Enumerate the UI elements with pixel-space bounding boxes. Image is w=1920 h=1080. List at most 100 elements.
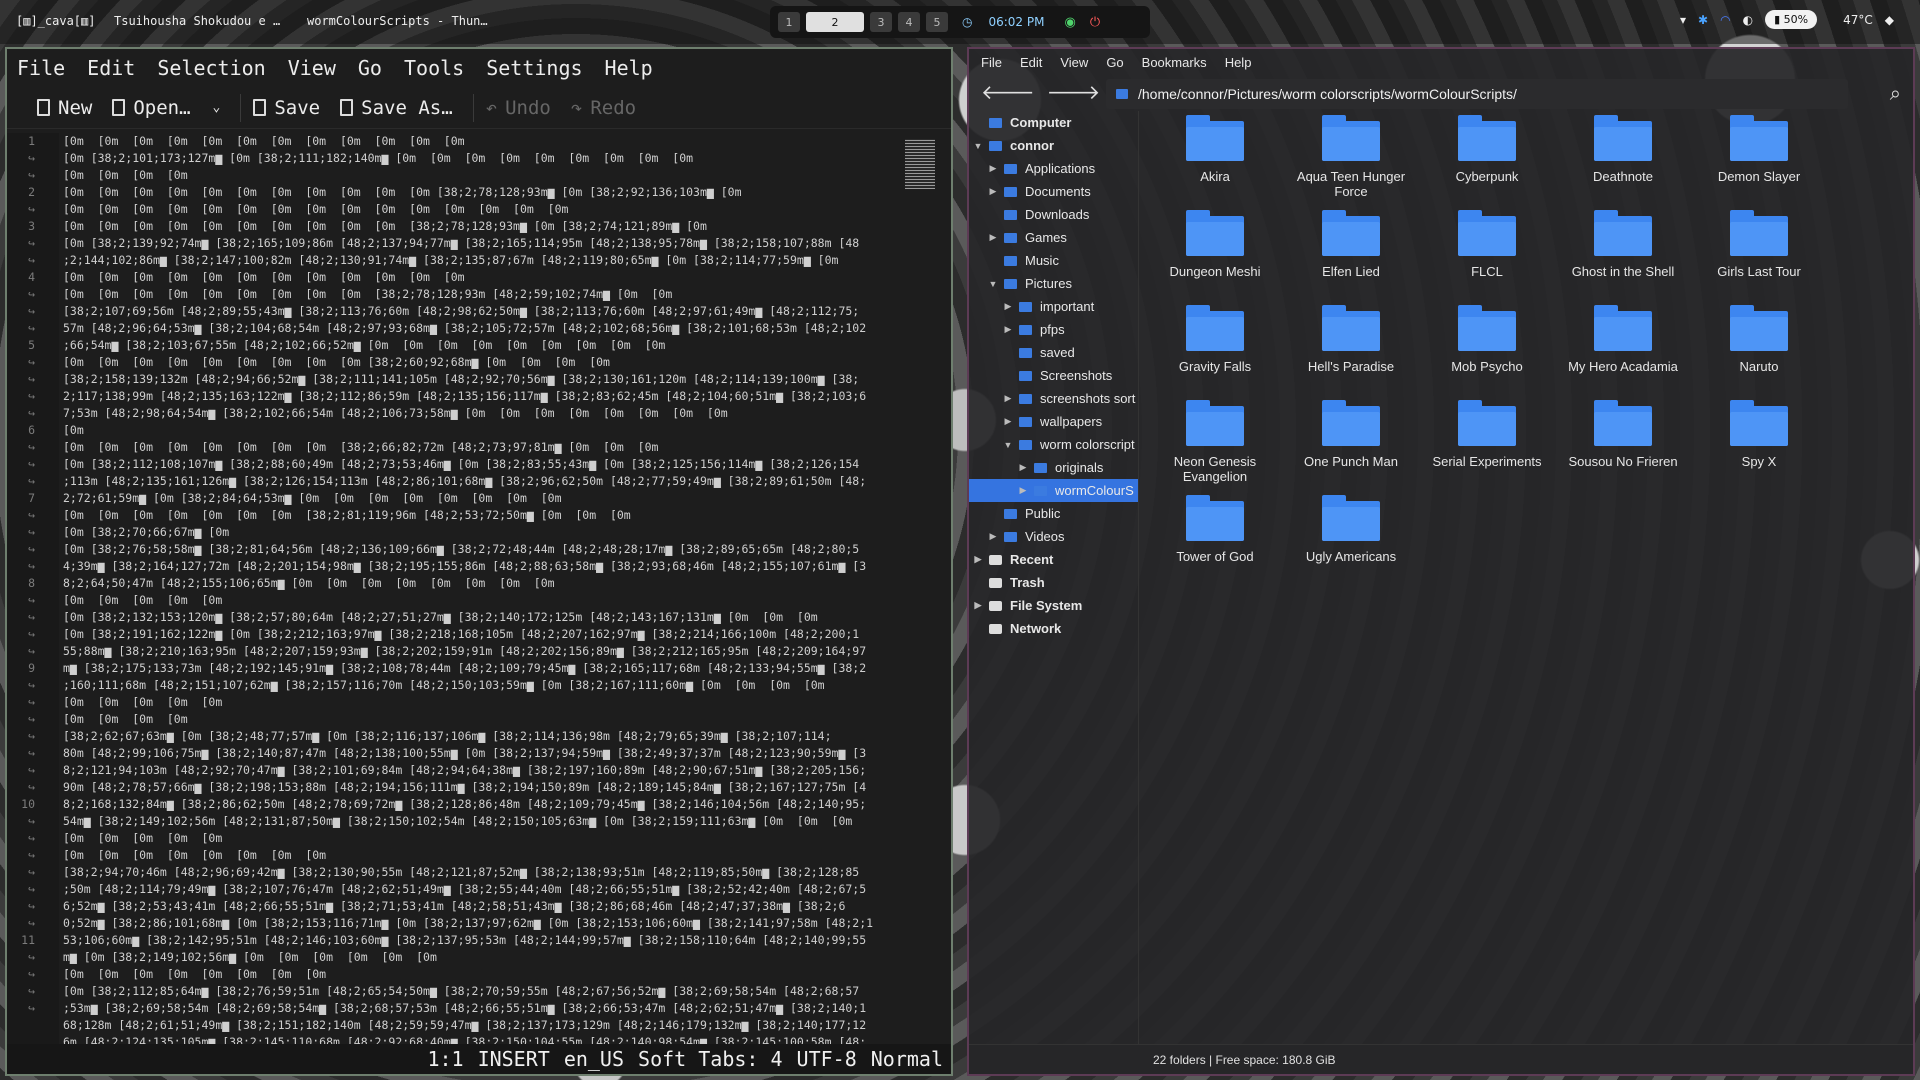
folder-item[interactable]: Elfen Lied — [1283, 210, 1419, 279]
workspace-3[interactable]: 3 — [870, 12, 892, 32]
sidebar-item[interactable]: ▶ pfps — [969, 318, 1138, 341]
encoding[interactable]: UTF-8 — [797, 1047, 857, 1071]
redo-button[interactable]: ↷ Redo — [565, 91, 650, 125]
folder-item[interactable]: Akira — [1147, 115, 1283, 184]
menu-go[interactable]: Go — [358, 56, 382, 80]
workspace-1[interactable]: 1 — [778, 12, 800, 32]
expander-icon[interactable]: ▶ — [973, 600, 983, 611]
fm-menu-edit[interactable]: Edit — [1020, 55, 1042, 70]
expander-icon[interactable]: ▶ — [988, 531, 998, 542]
expander-icon[interactable]: ▶ — [1018, 485, 1028, 496]
folder-item[interactable]: Cyberpunk — [1419, 115, 1555, 184]
brightness-icon[interactable]: ◐ — [1743, 13, 1753, 27]
expander-icon[interactable]: ▶ — [988, 232, 998, 243]
expander-icon[interactable]: ▶ — [988, 163, 998, 174]
expander-icon[interactable]: ▼ — [973, 141, 983, 151]
cursor-position[interactable]: 1:1 — [427, 1047, 463, 1071]
sidebar-item[interactable]: ▶ Recent — [969, 548, 1138, 571]
folder-item[interactable]: Demon Slayer — [1691, 115, 1827, 184]
fm-menu-bookmarks[interactable]: Bookmarks — [1142, 55, 1207, 70]
folder-item[interactable]: Dungeon Meshi — [1147, 210, 1283, 279]
open-button[interactable]: Open… ⌄ — [106, 91, 234, 125]
vpn-icon[interactable]: ◠ — [1720, 13, 1730, 27]
folder-item[interactable]: Gravity Falls — [1147, 305, 1283, 374]
tab-setting[interactable]: Soft Tabs: 4 — [638, 1047, 783, 1071]
panel-app-name[interactable]: [▥]_cava[▥] — [16, 14, 95, 28]
fm-menu-go[interactable]: Go — [1106, 55, 1123, 70]
wifi-icon[interactable]: ▾ — [1680, 13, 1686, 27]
save-button[interactable]: Save — [247, 91, 334, 125]
sidebar-item[interactable]: Computer — [969, 111, 1138, 134]
expander-icon[interactable]: ▶ — [973, 554, 983, 565]
sidebar-item[interactable]: ▶ Videos — [969, 525, 1138, 548]
location-bar[interactable]: /home/connor/Pictures/worm colorscripts/… — [1106, 79, 1848, 109]
sidebar-item[interactable]: saved — [969, 341, 1138, 364]
input-mode[interactable]: INSERT — [478, 1047, 550, 1071]
sidebar-item[interactable]: ▶ important — [969, 295, 1138, 318]
folder-item[interactable]: FLCL — [1419, 210, 1555, 279]
folder-item[interactable]: My Hero Acadamia — [1555, 305, 1691, 374]
panel-window-title-1[interactable]: Tsuihousha Shokudou e … — [114, 14, 280, 28]
folder-item[interactable]: Deathnote — [1555, 115, 1691, 184]
sidebar-item[interactable]: ▶ wormColourS — [969, 479, 1138, 502]
sidebar-item[interactable]: ▶ Games — [969, 226, 1138, 249]
folder-item[interactable]: Naruto — [1691, 305, 1827, 374]
folder-item[interactable]: Mob Psycho — [1419, 305, 1555, 374]
sidebar-item[interactable]: ▶ originals — [969, 456, 1138, 479]
sidebar-item[interactable]: ▼ worm colorscript — [969, 433, 1138, 456]
folder-item[interactable]: Spy X — [1691, 400, 1827, 469]
sidebar-item[interactable]: Music — [969, 249, 1138, 272]
sidebar-item[interactable]: ▶ Applications — [969, 157, 1138, 180]
sidebar-item[interactable]: Trash — [969, 571, 1138, 594]
folder-item[interactable]: Ugly Americans — [1283, 495, 1419, 564]
menu-settings[interactable]: Settings — [486, 56, 582, 80]
folder-item[interactable]: Sousou No Frieren — [1555, 400, 1691, 469]
folder-item[interactable]: Hell's Paradise — [1283, 305, 1419, 374]
expander-icon[interactable]: ▼ — [1003, 440, 1013, 450]
code-area[interactable]: [0m [0m [0m [0m [0m [0m [0m [0m [0m [0m … — [63, 133, 891, 1044]
eye-icon[interactable]: ◉ — [1064, 15, 1075, 30]
folder-item[interactable]: Aqua Teen Hunger Force — [1283, 115, 1419, 199]
expander-icon[interactable]: ▶ — [1003, 393, 1013, 404]
sidebar-item[interactable]: ▶ File System — [969, 594, 1138, 617]
workspace-2[interactable]: 2 — [806, 12, 864, 32]
sidebar-item[interactable]: Screenshots — [969, 364, 1138, 387]
expander-icon[interactable]: ▶ — [1003, 416, 1013, 427]
menu-view[interactable]: View — [288, 56, 336, 80]
undo-button[interactable]: ↶ Undo — [480, 91, 565, 125]
fm-menu-file[interactable]: File — [981, 55, 1002, 70]
expander-icon[interactable]: ▶ — [988, 186, 998, 197]
sidebar-item[interactable]: ▶ wallpapers — [969, 410, 1138, 433]
new-button[interactable]: New — [31, 91, 106, 125]
folder-item[interactable]: Tower of God — [1147, 495, 1283, 564]
menu-selection[interactable]: Selection — [157, 56, 265, 80]
save-as-button[interactable]: Save As… — [334, 91, 467, 125]
workspace-4[interactable]: 4 — [898, 12, 920, 32]
power-icon[interactable]: ⏻ — [1090, 15, 1100, 30]
folder-item[interactable]: One Punch Man — [1283, 400, 1419, 469]
fm-menu-view[interactable]: View — [1060, 55, 1088, 70]
folder-item[interactable]: Ghost in the Shell — [1555, 210, 1691, 279]
panel-window-title-2[interactable]: wormColourScripts - Thun… — [307, 14, 488, 28]
sidebar-item[interactable]: Public — [969, 502, 1138, 525]
forward-arrow-icon[interactable]: 🡒 — [1047, 80, 1101, 105]
menu-tools[interactable]: Tools — [404, 56, 464, 80]
expander-icon[interactable]: ▶ — [1003, 324, 1013, 335]
battery-indicator[interactable]: ▮ 50% — [1765, 10, 1818, 29]
menu-help[interactable]: Help — [605, 56, 653, 80]
document-state[interactable]: Normal — [871, 1047, 943, 1071]
folder-item[interactable]: Serial Experiments — [1419, 400, 1555, 469]
sidebar-item[interactable]: Downloads — [969, 203, 1138, 226]
sidebar-item[interactable]: ▶ screenshots sort — [969, 387, 1138, 410]
expander-icon[interactable]: ▼ — [988, 279, 998, 289]
chevron-down-icon[interactable]: ⌄ — [213, 100, 221, 115]
spell-language[interactable]: en_US — [564, 1047, 624, 1071]
workspace-5[interactable]: 5 — [926, 12, 948, 32]
expander-icon[interactable]: ▶ — [1018, 462, 1028, 473]
fm-menu-help[interactable]: Help — [1225, 55, 1252, 70]
menu-file[interactable]: File — [17, 56, 65, 80]
minimap[interactable] — [905, 139, 935, 189]
settings-icon[interactable]: ◆ — [1885, 13, 1894, 27]
search-icon[interactable]: ⌕ — [1890, 83, 1901, 106]
sidebar-item[interactable]: Network — [969, 617, 1138, 640]
